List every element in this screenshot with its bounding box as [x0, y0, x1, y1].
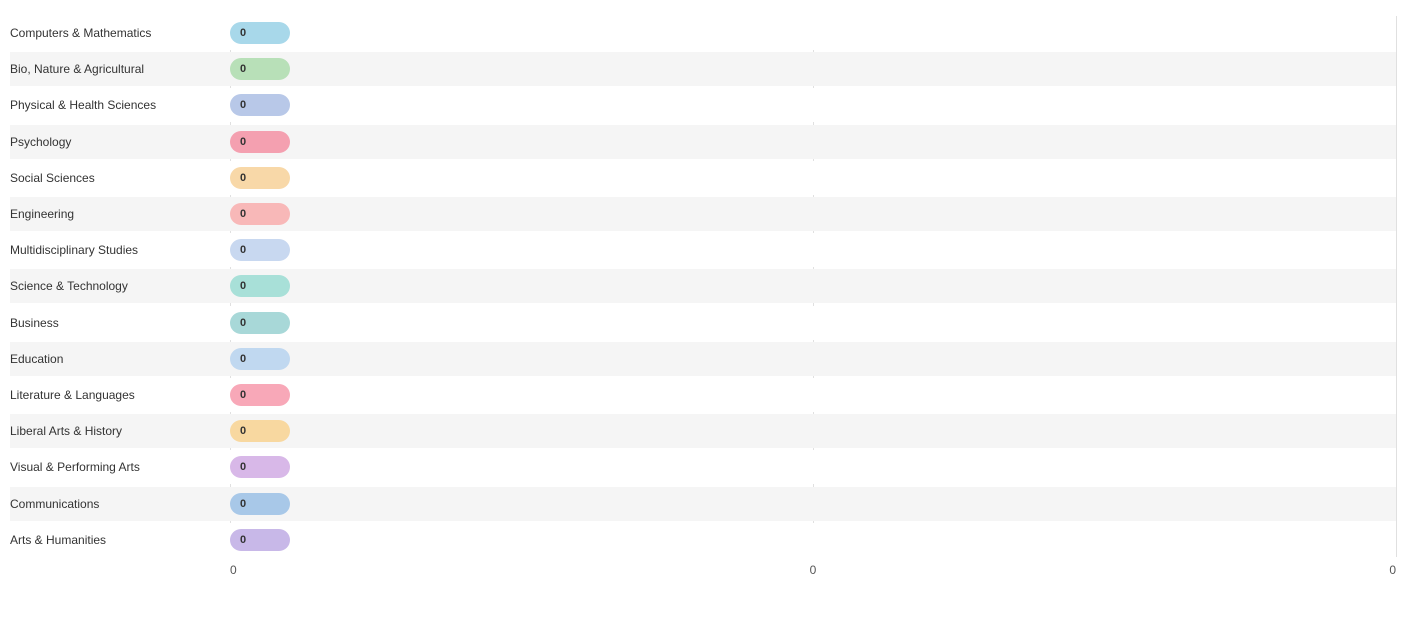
bar-label: Physical & Health Sciences [10, 98, 230, 112]
bar-wrapper: 0 [230, 161, 1396, 195]
bar-value: 0 [240, 280, 246, 292]
bar-pill: 0 [230, 203, 290, 225]
bar-label: Education [10, 352, 230, 366]
bar-value: 0 [240, 425, 246, 437]
bar-row: Education 0 [10, 342, 1396, 376]
bar-row: Psychology 0 [10, 125, 1396, 159]
bar-wrapper: 0 [230, 450, 1396, 484]
bars-area: Computers & Mathematics0Bio, Nature & Ag… [10, 16, 1396, 557]
bar-pill: 0 [230, 94, 290, 116]
bar-row: Bio, Nature & Agricultural 0 [10, 52, 1396, 86]
bar-label: Business [10, 316, 230, 330]
bar-label: Social Sciences [10, 171, 230, 185]
bar-pill: 0 [230, 312, 290, 334]
bar-row: Communications 0 [10, 487, 1396, 521]
bar-label: Bio, Nature & Agricultural [10, 62, 230, 76]
bar-value: 0 [240, 172, 246, 184]
bar-wrapper: 0 [230, 306, 1396, 340]
bar-row: Social Sciences 0 [10, 161, 1396, 195]
bar-label: Arts & Humanities [10, 533, 230, 547]
bar-value: 0 [240, 498, 246, 510]
bar-wrapper: 0 [230, 233, 1396, 267]
bar-pill: 0 [230, 239, 290, 261]
bar-value: 0 [240, 317, 246, 329]
bar-value: 0 [240, 461, 246, 473]
bar-wrapper: 0 [230, 269, 1396, 303]
bar-wrapper: 0 [230, 487, 1396, 521]
bar-wrapper: 0 [230, 88, 1396, 122]
bar-wrapper: 0 [230, 378, 1396, 412]
bar-label: Engineering [10, 207, 230, 221]
bar-wrapper: 0 [230, 342, 1396, 376]
bar-row: Computers & Mathematics 0 [10, 16, 1396, 50]
bar-row: Science & Technology 0 [10, 269, 1396, 303]
bar-value: 0 [240, 27, 246, 39]
bar-label: Communications [10, 497, 230, 511]
bar-row: Visual & Performing Arts 0 [10, 450, 1396, 484]
chart-body: Computers & Mathematics0Bio, Nature & Ag… [10, 16, 1396, 557]
bar-value: 0 [240, 534, 246, 546]
bar-value: 0 [240, 208, 246, 220]
bar-pill: 0 [230, 275, 290, 297]
x-axis: 0 0 0 [10, 559, 1396, 577]
bar-value: 0 [240, 99, 246, 111]
grid-line-3 [1396, 16, 1397, 557]
bar-row: Physical & Health Sciences 0 [10, 88, 1396, 122]
bar-pill: 0 [230, 420, 290, 442]
bar-label: Computers & Mathematics [10, 26, 230, 40]
bar-wrapper: 0 [230, 197, 1396, 231]
bar-label: Liberal Arts & History [10, 424, 230, 438]
x-axis-label: 0 [230, 563, 237, 577]
bar-value: 0 [240, 136, 246, 148]
bar-wrapper: 0 [230, 523, 1396, 557]
bar-row: Engineering 0 [10, 197, 1396, 231]
bar-wrapper: 0 [230, 125, 1396, 159]
bar-label: Visual & Performing Arts [10, 460, 230, 474]
bar-pill: 0 [230, 131, 290, 153]
bar-value: 0 [240, 389, 246, 401]
bar-row: Literature & Languages 0 [10, 378, 1396, 412]
bar-value: 0 [240, 244, 246, 256]
x-axis-label: 0 [810, 563, 817, 577]
bar-value: 0 [240, 63, 246, 75]
bar-row: Business 0 [10, 306, 1396, 340]
bar-pill: 0 [230, 384, 290, 406]
bar-row: Multidisciplinary Studies 0 [10, 233, 1396, 267]
bar-row: Liberal Arts & History 0 [10, 414, 1396, 448]
chart-container: Computers & Mathematics0Bio, Nature & Ag… [0, 0, 1406, 631]
bar-pill: 0 [230, 348, 290, 370]
bar-value: 0 [240, 353, 246, 365]
bar-label: Multidisciplinary Studies [10, 243, 230, 257]
bar-wrapper: 0 [230, 16, 1396, 50]
bar-wrapper: 0 [230, 414, 1396, 448]
bar-row: Arts & Humanities 0 [10, 523, 1396, 557]
bar-label: Literature & Languages [10, 388, 230, 402]
x-axis-label: 0 [1389, 563, 1396, 577]
bar-label: Psychology [10, 135, 230, 149]
bar-pill: 0 [230, 529, 290, 551]
bar-pill: 0 [230, 493, 290, 515]
bar-pill: 0 [230, 58, 290, 80]
bar-pill: 0 [230, 167, 290, 189]
bar-label: Science & Technology [10, 279, 230, 293]
bar-pill: 0 [230, 456, 290, 478]
bar-wrapper: 0 [230, 52, 1396, 86]
bar-pill: 0 [230, 22, 290, 44]
